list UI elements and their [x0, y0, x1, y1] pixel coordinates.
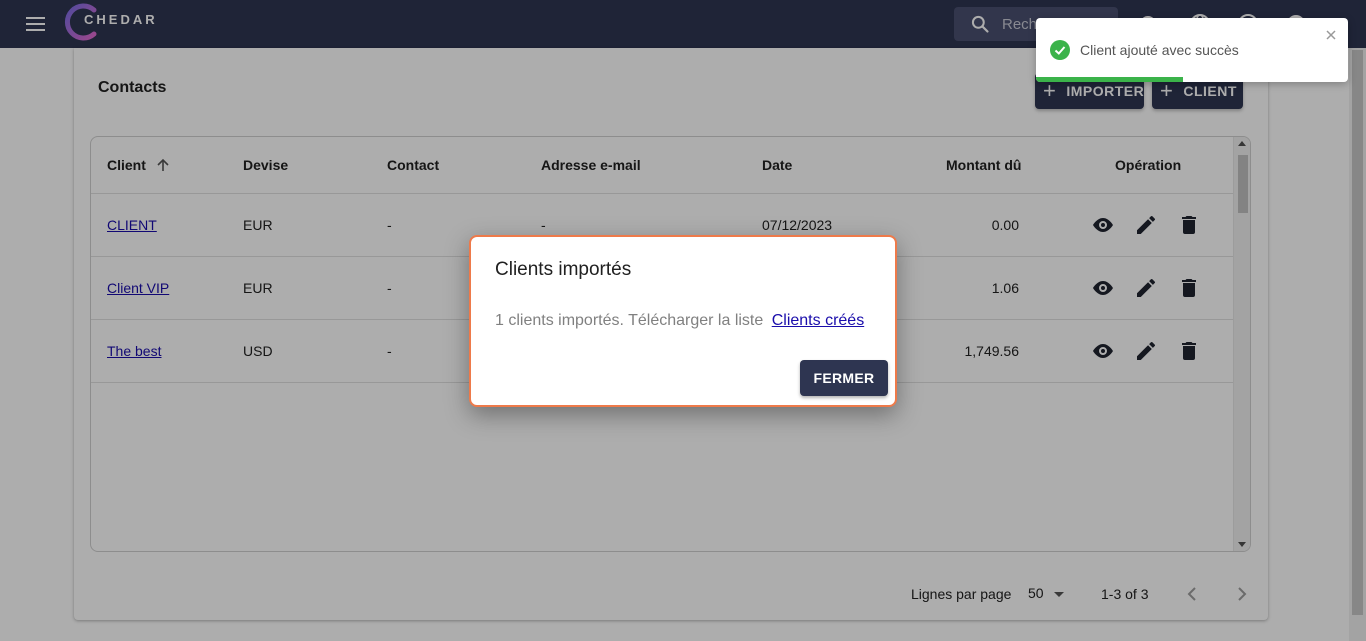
check-circle-icon [1050, 40, 1070, 60]
dialog-message: 1 clients importés. Télécharger la liste… [495, 312, 864, 330]
toast-progress-bar [1036, 77, 1183, 82]
created-clients-link[interactable]: Clients créés [772, 312, 864, 329]
close-icon[interactable] [1324, 28, 1338, 42]
dialog-title: Clients importés [495, 259, 632, 280]
success-toast: Client ajouté avec succès [1036, 18, 1348, 82]
import-result-dialog: Clients importés 1 clients importés. Tél… [469, 235, 897, 407]
close-dialog-button[interactable]: FERMER [800, 360, 888, 396]
toast-message: Client ajouté avec succès [1080, 42, 1239, 58]
dialog-body-text: 1 clients importés. Télécharger la liste [495, 312, 764, 329]
